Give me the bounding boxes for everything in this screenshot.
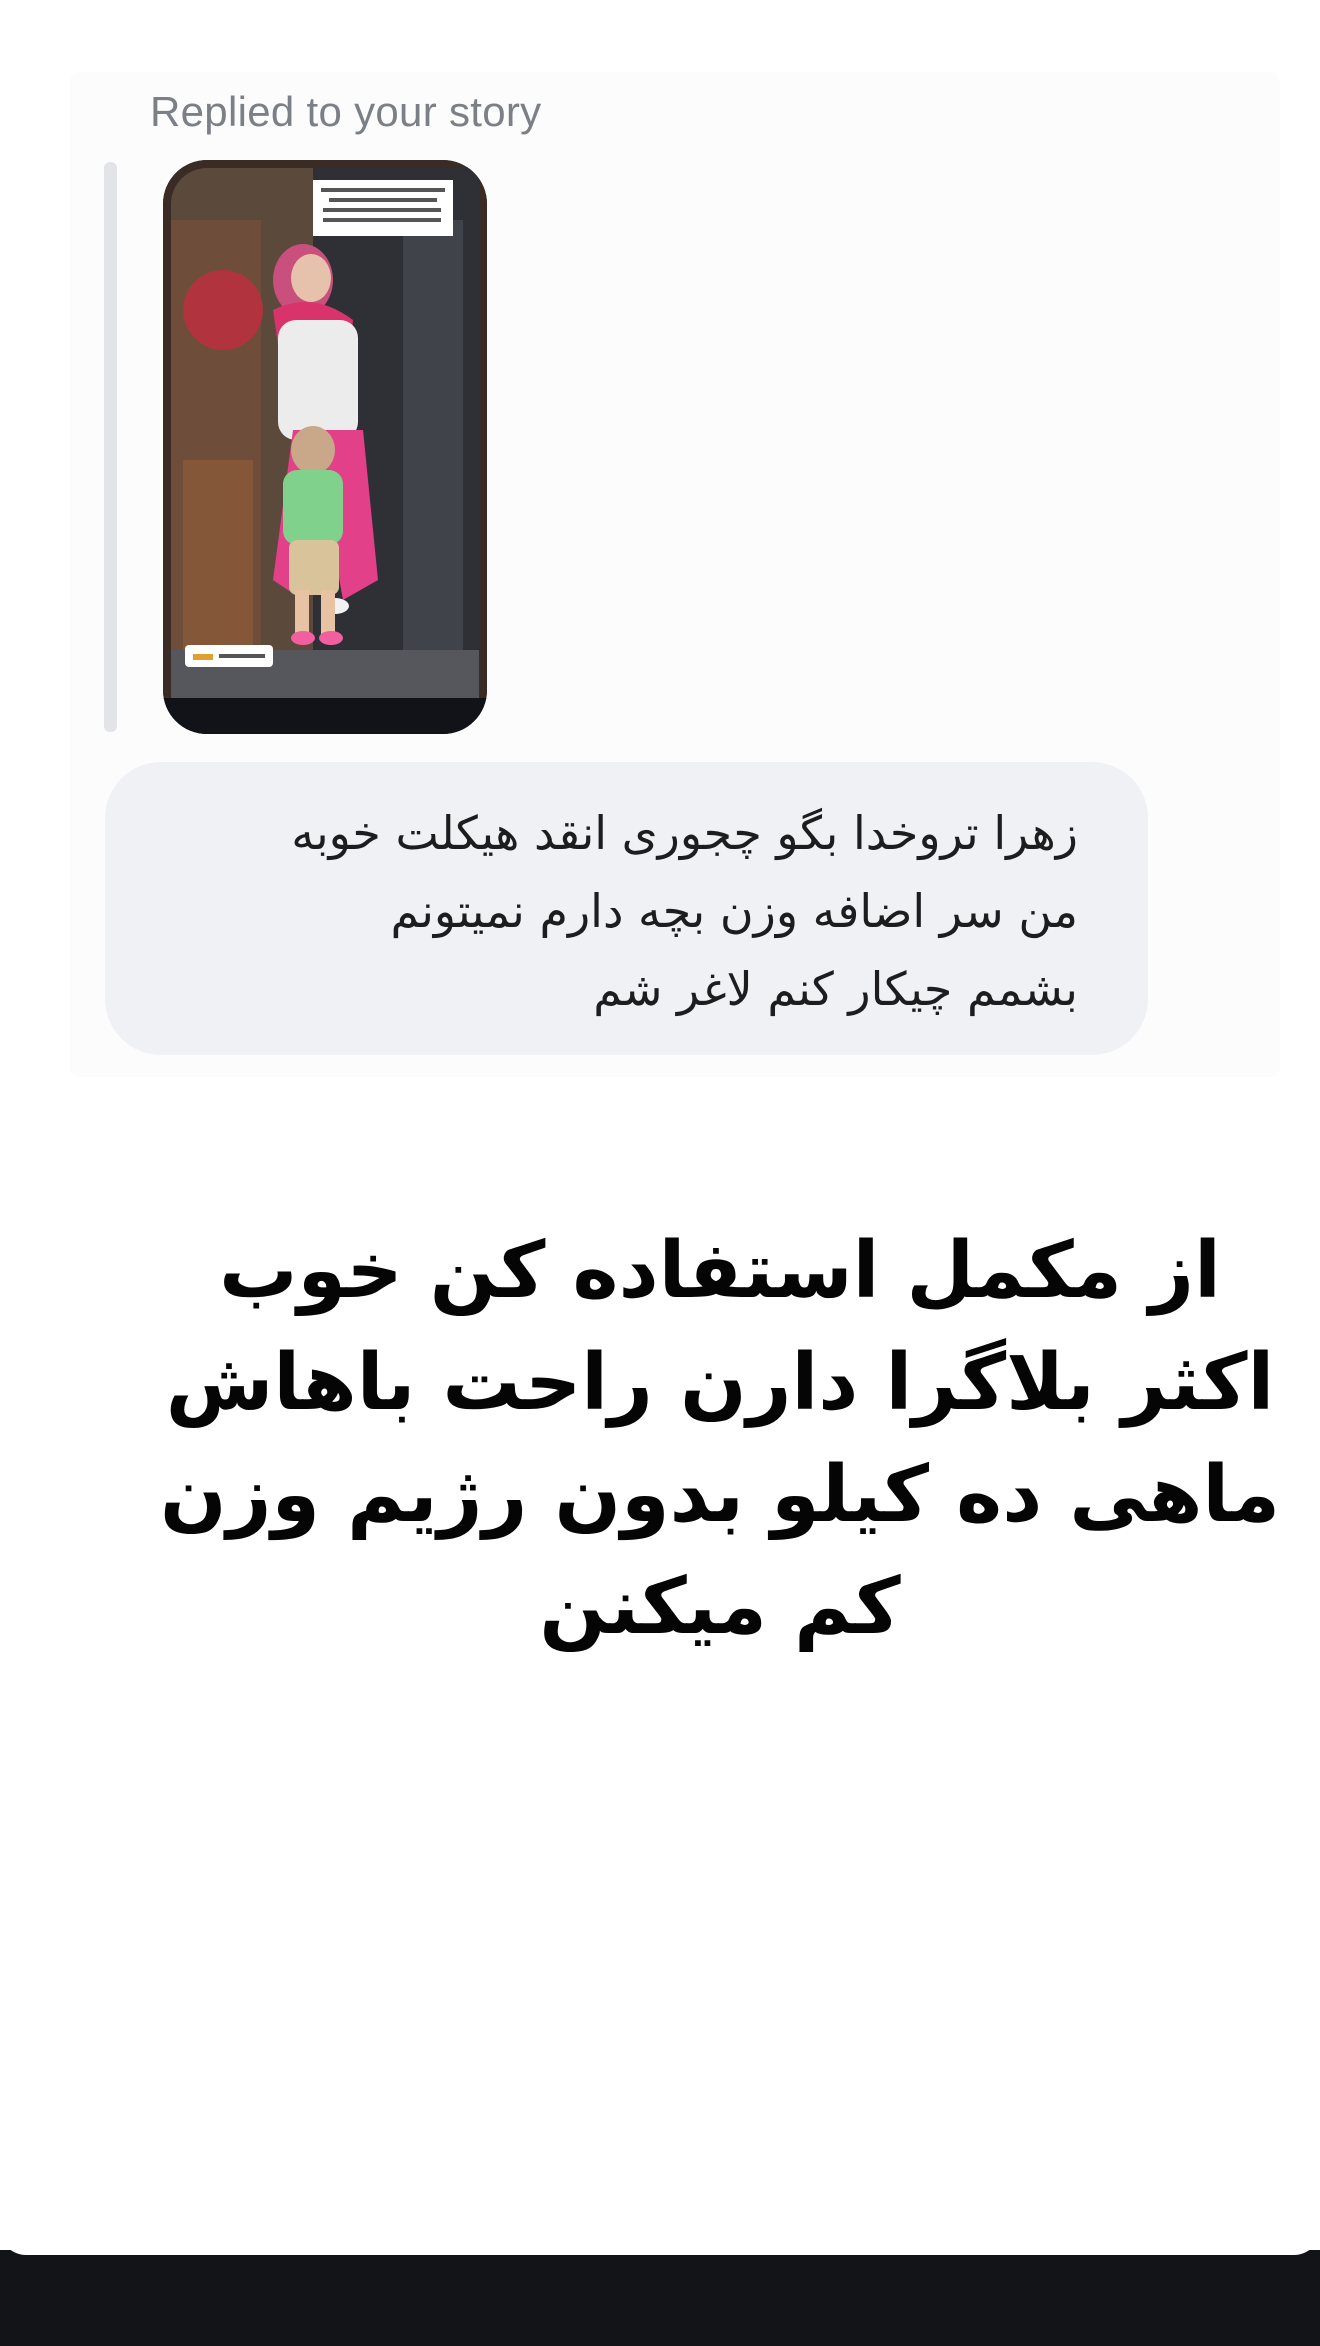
overlay-line: ماهی ده کیلو بدون رژیم وزن: [160, 1450, 1280, 1540]
reply-indicator-bar: [104, 162, 117, 732]
content-bottom-edge: [0, 2225, 1320, 2255]
message-bubble[interactable]: زهرا تروخدا بگو چجوری انقد هیکلت خوبه من…: [105, 762, 1148, 1055]
message-text: زهرا تروخدا بگو چجوری انقد هیکلت خوبه من…: [158, 794, 1078, 1028]
replied-to-story-label: Replied to your story: [150, 88, 542, 135]
message-line: بشمم چیکار کنم لاغر شم: [593, 962, 1078, 1016]
message-line: زهرا تروخدا بگو چجوری انقد هیکلت خوبه: [291, 806, 1078, 860]
overlay-line: اکثر بلاگرا دارن راحت باهاش: [165, 1338, 1275, 1428]
message-line: من سر اضافه وزن بچه دارم نمیتونم: [390, 884, 1078, 938]
story-photo: [163, 160, 487, 734]
bottom-bar: [0, 2250, 1320, 2346]
overlay-line: کم میکنن: [539, 1562, 901, 1652]
overlay-line: از مکمل استفاده کن خوب: [219, 1226, 1221, 1316]
story-overlay-text: از مکمل استفاده کن خوب اکثر بلاگرا دارن …: [150, 1215, 1290, 1663]
story-thumbnail[interactable]: [163, 160, 487, 734]
